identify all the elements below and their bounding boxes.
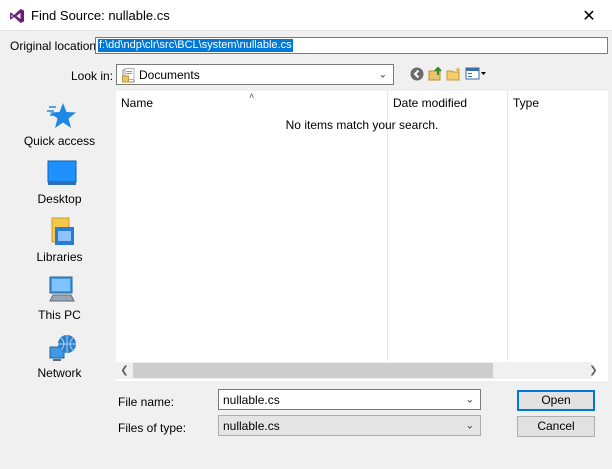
desktop-icon xyxy=(47,160,77,185)
file-list[interactable]: ˄ Name Date modified Type No items match… xyxy=(116,91,608,381)
look-in-label: Look in: xyxy=(71,69,114,83)
column-header-name[interactable]: Name xyxy=(116,91,153,116)
file-type-dropdown[interactable]: nullable.cs ⌄ xyxy=(218,415,481,436)
libraries-icon xyxy=(51,217,74,245)
back-icon[interactable] xyxy=(409,66,425,82)
open-button[interactable]: Open xyxy=(517,390,595,411)
visual-studio-icon xyxy=(10,9,24,23)
file-name-input[interactable]: nullable.cs ⌄ xyxy=(218,389,481,410)
scroll-right-icon[interactable]: ❯ xyxy=(585,362,602,379)
place-label: Network xyxy=(37,366,82,380)
place-libraries[interactable]: Libraries xyxy=(5,217,114,273)
new-folder-icon[interactable] xyxy=(446,66,462,82)
empty-message: No items match your search. xyxy=(285,118,439,132)
file-name-label: File name: xyxy=(118,395,175,409)
places-bar: Quick access Desktop Libraries This PC N… xyxy=(5,91,114,391)
place-desktop[interactable]: Desktop xyxy=(5,159,114,215)
close-icon: ✕ xyxy=(582,7,596,25)
look-in-value: Documents xyxy=(139,68,200,82)
file-name-value: nullable.cs xyxy=(223,393,280,407)
window-title: Find Source: nullable.cs xyxy=(31,8,170,23)
place-label: Libraries xyxy=(36,250,83,264)
scroll-left-icon[interactable]: ❮ xyxy=(116,362,133,379)
place-label: This PC xyxy=(38,308,81,322)
sort-arrow-icon: ˄ xyxy=(249,91,255,101)
place-label: Desktop xyxy=(37,192,82,206)
file-type-value: nullable.cs xyxy=(223,419,280,433)
cancel-button[interactable]: Cancel xyxy=(517,416,595,437)
quick-access-icon xyxy=(47,103,76,128)
look-in-dropdown[interactable]: Documents ⌄ xyxy=(116,64,394,85)
chevron-down-icon: ⌄ xyxy=(378,69,387,80)
chevron-down-icon: ⌄ xyxy=(465,420,474,431)
column-header-type[interactable]: Type xyxy=(508,91,539,116)
place-this-pc[interactable]: This PC xyxy=(5,275,114,331)
original-location-field[interactable]: f:\dd\ndp\clr\src\BCL\system\nullable.cs xyxy=(95,37,608,54)
file-type-label: Files of type: xyxy=(118,421,187,435)
documents-folder-icon xyxy=(122,68,135,83)
original-location-value: f:\dd\ndp\clr\src\BCL\system\nullable.cs xyxy=(98,39,293,52)
original-location-label: Original location: xyxy=(10,39,100,53)
scrollbar-thumb[interactable] xyxy=(133,363,493,378)
place-network[interactable]: Network xyxy=(5,333,114,389)
column-header-date-modified[interactable]: Date modified xyxy=(388,91,467,116)
this-pc-icon xyxy=(49,276,75,302)
chevron-down-icon[interactable]: ⌄ xyxy=(466,394,474,405)
network-icon xyxy=(49,335,76,361)
place-quick-access[interactable]: Quick access xyxy=(5,101,114,157)
up-folder-icon[interactable] xyxy=(428,66,444,82)
horizontal-scrollbar[interactable]: ❮ ❯ xyxy=(116,362,598,379)
close-button[interactable]: ✕ xyxy=(566,0,612,31)
place-label: Quick access xyxy=(23,134,96,148)
view-menu-icon[interactable] xyxy=(465,66,487,82)
title-bar: Find Source: nullable.cs ✕ xyxy=(0,0,612,31)
